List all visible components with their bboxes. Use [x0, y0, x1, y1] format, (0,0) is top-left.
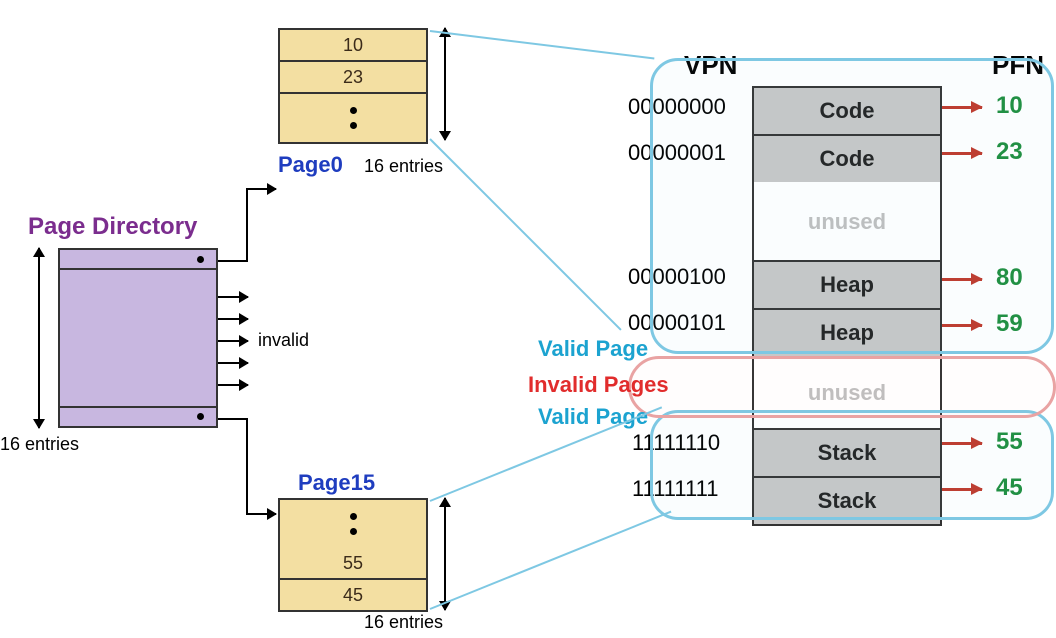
page-directory-title: Page Directory: [28, 213, 197, 241]
page15-title: Page15: [298, 470, 375, 496]
pd-invalid-arrow: [218, 362, 248, 364]
page15-table: 55 45: [278, 498, 428, 612]
zoom-line: [430, 30, 655, 60]
pd-entries-arrow: [38, 248, 40, 428]
connector-arrow: [246, 188, 276, 190]
page0-table: 10 23: [278, 28, 428, 144]
invalid-pages-label: Invalid Pages: [528, 372, 669, 398]
pd-invalid-arrow: [218, 318, 248, 320]
valid-page-label: Valid Page: [538, 336, 648, 362]
zoom-line: [430, 511, 672, 610]
pd-top-entry-dot: [197, 256, 204, 263]
page15-entries-arrow: [444, 498, 446, 610]
page0-ellipsis: [280, 94, 426, 142]
connector-arrow: [246, 513, 276, 515]
pd-invalid-arrow: [218, 384, 248, 386]
pd-invalid-label: invalid: [258, 330, 309, 351]
page0-title: Page0: [278, 152, 343, 178]
page15-row: 45: [280, 580, 426, 610]
page15-entries-label: 16 entries: [364, 612, 443, 633]
page-directory-box: [58, 248, 218, 428]
page0-row: 23: [280, 62, 426, 94]
pd-bottom-entry-dot: [197, 413, 204, 420]
page0-entries-arrow: [444, 28, 446, 140]
pd-entries-label: 16 entries: [0, 434, 79, 455]
page15-row: 55: [280, 548, 426, 580]
connector-line: [246, 418, 248, 514]
pd-invalid-arrow: [218, 340, 248, 342]
valid-page0-callout: [650, 58, 1054, 354]
connector-line: [246, 188, 248, 262]
page15-ellipsis: [280, 500, 426, 548]
valid-page15-callout: [650, 410, 1054, 520]
page0-row: 10: [280, 30, 426, 62]
page0-entries-label: 16 entries: [364, 156, 443, 177]
valid-page-label: Valid Page: [538, 404, 648, 430]
pd-invalid-arrow: [218, 296, 248, 298]
connector-line: [218, 260, 248, 262]
zoom-line: [429, 138, 621, 330]
connector-line: [218, 418, 248, 420]
invalid-pages-callout: [628, 356, 1056, 418]
